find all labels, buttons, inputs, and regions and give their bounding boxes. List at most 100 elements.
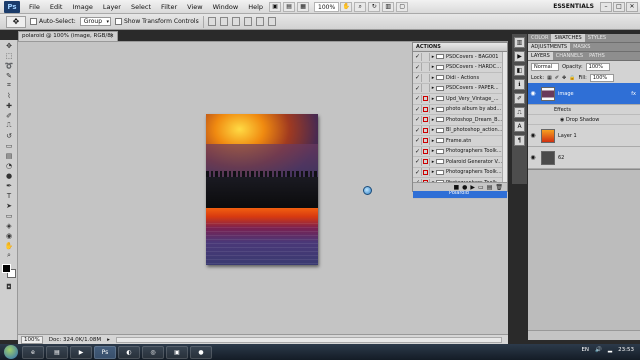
history-brush-tool-icon[interactable]: ↺ <box>2 131 16 140</box>
history-panel-icon[interactable]: ▥ <box>514 37 525 48</box>
actions-panel-title[interactable]: ACTIONS <box>413 43 507 52</box>
drop-shadow-row[interactable]: ◉ Drop Shadow <box>528 115 640 125</box>
dialog-toggle[interactable] <box>422 136 430 145</box>
status-zoom-field[interactable]: 100% <box>21 335 43 344</box>
color-swatches[interactable] <box>2 264 16 278</box>
close-tab-icon[interactable]: × <box>109 32 114 41</box>
visibility-eye-icon[interactable]: ◉ <box>528 90 538 97</box>
menu-help[interactable]: Help <box>243 3 268 11</box>
brushes-panel-icon[interactable]: ✐ <box>514 93 525 104</box>
action-set-row[interactable]: ✓ ▸ Upd_Very_Vintage_... <box>413 94 507 105</box>
dialog-toggle[interactable] <box>422 157 430 166</box>
layer-row[interactable]: ◉ image fx <box>528 83 640 105</box>
screen-mode-icon[interactable]: ▢ <box>396 1 409 12</box>
stop-icon[interactable]: ■ <box>453 184 459 191</box>
info-panel-icon[interactable]: ℹ <box>514 79 525 90</box>
language-indicator[interactable]: EN <box>581 347 589 353</box>
dialog-toggle[interactable] <box>422 52 430 61</box>
toggle-check-icon[interactable]: ✓ <box>414 105 422 114</box>
align-right-icon[interactable] <box>267 17 276 26</box>
hand-tool-icon[interactable]: ✋ <box>340 1 353 12</box>
auto-select-checkbox[interactable] <box>30 18 37 25</box>
toggle-check-icon[interactable]: ✓ <box>414 115 422 124</box>
move-tool-icon[interactable]: ✥ <box>2 41 16 50</box>
toggle-check-icon[interactable]: ✓ <box>414 84 422 93</box>
align-left-icon[interactable] <box>243 17 252 26</box>
transform-controls-checkbox[interactable] <box>115 18 123 25</box>
document-size-info[interactable]: Doc: 324.0K/1.08M <box>49 337 101 343</box>
action-set-row[interactable]: ✓ ▸ PSDCovers - HARDC... <box>413 63 507 73</box>
dialog-toggle[interactable] <box>422 115 430 124</box>
menu-layer[interactable]: Layer <box>98 3 126 11</box>
dodge-tool-icon[interactable]: ● <box>2 171 16 180</box>
toggle-check-icon[interactable]: ✓ <box>414 168 422 177</box>
taskbar-ie-icon[interactable]: e <box>22 345 44 359</box>
tab-color[interactable]: COLOR <box>528 34 551 42</box>
tab-styles[interactable]: STYLES <box>585 34 609 42</box>
tab-swatches[interactable]: SWATCHES <box>551 34 585 42</box>
dialog-toggle[interactable] <box>422 126 430 135</box>
toggle-check-icon[interactable]: ✓ <box>414 73 422 82</box>
pen-tool-icon[interactable]: ✒ <box>2 181 16 190</box>
menu-window[interactable]: Window <box>208 3 244 11</box>
marquee-tool-icon[interactable]: ⬚ <box>2 51 16 60</box>
horizontal-scrollbar[interactable] <box>115 336 502 343</box>
zoom-tool-icon[interactable]: ⌕ <box>354 1 367 12</box>
quick-select-tool-icon[interactable]: ✎ <box>2 71 16 80</box>
type-tool-icon[interactable]: T <box>2 191 16 200</box>
arrange-documents-icon[interactable]: ▥ <box>382 1 395 12</box>
taskbar-photoshop-icon[interactable]: Ps <box>94 345 116 359</box>
clock[interactable]: 23:53 <box>618 347 634 353</box>
align-middle-icon[interactable] <box>219 17 228 26</box>
taskbar-app-icon[interactable]: ◐ <box>118 345 140 359</box>
toggle-check-icon[interactable]: ✓ <box>414 136 422 145</box>
lasso-tool-icon[interactable]: ➰ <box>2 61 16 70</box>
fx-icon[interactable]: fx <box>631 91 636 97</box>
actions-scrollbar[interactable] <box>502 52 507 184</box>
blur-tool-icon[interactable]: ◔ <box>2 161 16 170</box>
effects-row[interactable]: Effects <box>528 105 640 115</box>
action-set-row[interactable]: ✓ ▸ PSDCovers - BAG001 <box>413 52 507 63</box>
dialog-toggle[interactable] <box>422 63 430 72</box>
gradient-tool-icon[interactable]: ▤ <box>2 151 16 160</box>
toggle-check-icon[interactable]: ✓ <box>414 63 422 72</box>
status-menu-arrow-icon[interactable]: ▸ <box>107 337 110 343</box>
shape-tool-icon[interactable]: ▭ <box>2 211 16 220</box>
blend-mode-dropdown[interactable]: Normal <box>531 62 560 71</box>
menu-filter[interactable]: Filter <box>156 3 182 11</box>
toggle-check-icon[interactable]: ✓ <box>414 126 422 135</box>
layer-row[interactable]: ◉ 62 <box>528 147 640 169</box>
dialog-toggle[interactable] <box>422 105 430 114</box>
navigator-panel-icon[interactable]: ◧ <box>514 65 525 76</box>
visibility-eye-icon[interactable]: ◉ <box>528 132 538 139</box>
move-tool-preset-icon[interactable]: ✥ <box>6 15 26 28</box>
tab-layers[interactable]: LAYERS <box>528 52 553 60</box>
opacity-field[interactable]: 100% <box>585 62 610 71</box>
taskbar-explorer-icon[interactable]: ▤ <box>46 345 68 359</box>
path-selection-tool-icon[interactable]: ➤ <box>2 201 16 210</box>
play-icon[interactable]: ▶ <box>470 184 475 191</box>
taskbar-app-icon[interactable]: ● <box>190 345 212 359</box>
action-set-row[interactable]: ✓ ▸ photo album by abd... <box>413 105 507 115</box>
3d-rotate-tool-icon[interactable]: ◈ <box>2 221 16 230</box>
new-action-icon[interactable]: ▤ <box>487 184 493 191</box>
toggle-check-icon[interactable]: ✓ <box>414 94 422 103</box>
zoom-level-field[interactable]: 100% <box>314 1 340 12</box>
taskbar-app-icon[interactable]: ◎ <box>142 345 164 359</box>
dialog-toggle[interactable] <box>422 84 430 93</box>
menu-file[interactable]: File <box>24 3 45 11</box>
action-set-row[interactable]: ✓ ▸ Photoshop_Dream_B... <box>413 115 507 126</box>
menu-view[interactable]: View <box>182 3 207 11</box>
align-top-icon[interactable] <box>207 17 216 26</box>
action-set-row[interactable]: ✓ ▸ PSDCovers - PAPER... <box>413 84 507 94</box>
network-icon[interactable]: ▂ <box>608 347 612 353</box>
dialog-toggle[interactable] <box>422 94 430 103</box>
mini-bridge-icon[interactable]: ▤ <box>283 1 296 12</box>
tab-paths[interactable]: PATHS <box>586 52 608 60</box>
lock-transparency-icon[interactable]: ▦ <box>547 75 552 81</box>
menu-image[interactable]: Image <box>67 3 97 11</box>
action-set-row[interactable]: ✓ ▸ Photographers Toolk... <box>413 168 507 178</box>
tab-channels[interactable]: CHANNELS <box>553 52 586 60</box>
clone-stamp-tool-icon[interactable]: ⎍ <box>2 121 16 130</box>
foreground-color-swatch[interactable] <box>2 264 11 273</box>
